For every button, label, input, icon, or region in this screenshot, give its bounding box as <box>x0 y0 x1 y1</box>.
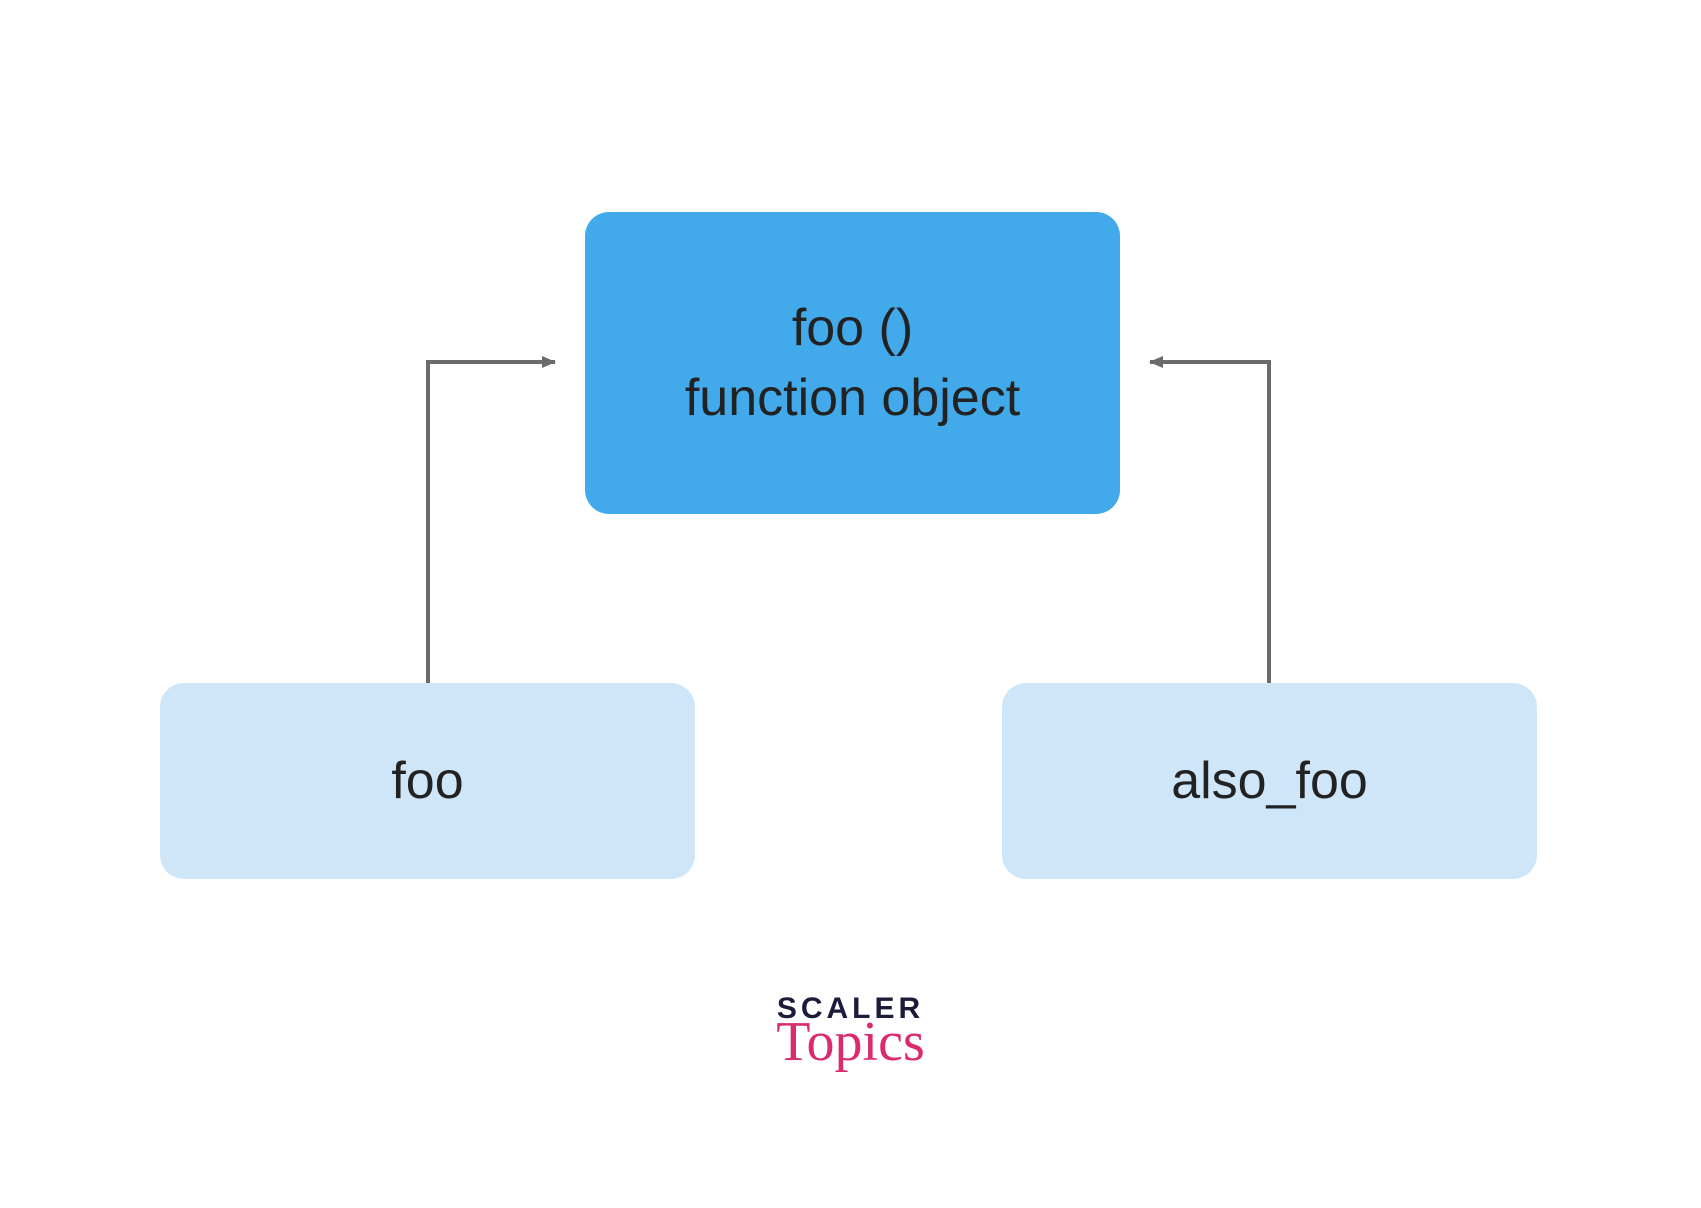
also-foo-variable-box: also_foo <box>1002 683 1537 879</box>
also-foo-variable-label: also_foo <box>1171 746 1368 816</box>
function-object-line2: function object <box>685 363 1020 433</box>
logo-topics-text: Topics <box>776 1014 925 1070</box>
function-object-line1: foo () <box>792 293 913 363</box>
scaler-topics-logo: SCALER Topics <box>776 992 925 1070</box>
foo-variable-label: foo <box>391 746 463 816</box>
right-arrow <box>1150 362 1269 683</box>
function-object-box: foo () function object <box>585 212 1120 514</box>
left-arrow <box>428 362 555 683</box>
foo-variable-box: foo <box>160 683 695 879</box>
